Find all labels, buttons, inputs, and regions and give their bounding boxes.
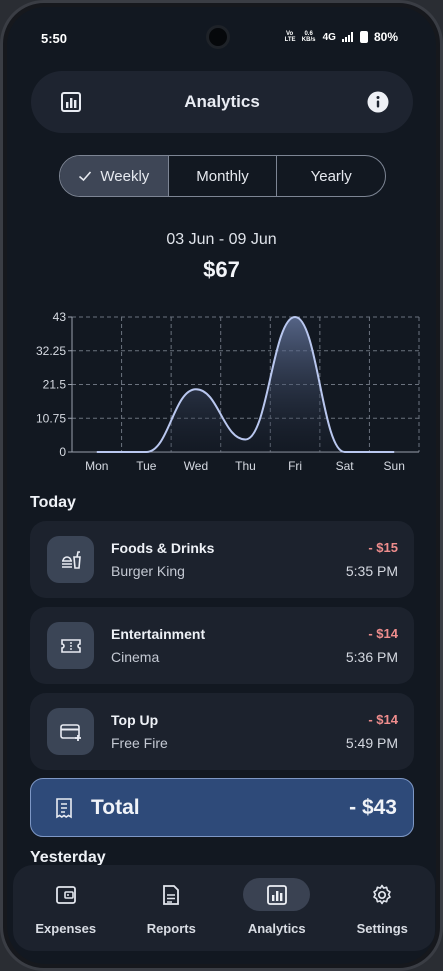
nav-settings[interactable]: Settings	[330, 865, 436, 951]
nav-analytics[interactable]: Analytics	[224, 865, 330, 951]
total-value: - $43	[349, 796, 397, 819]
y-tick-label: 21.5	[43, 378, 67, 392]
transaction-category: Entertainment	[111, 626, 206, 642]
document-icon	[163, 884, 180, 905]
x-tick-label: Sun	[384, 459, 405, 473]
transaction-amount: - $14	[368, 712, 398, 727]
volte-indicator: Vo LTE	[284, 31, 296, 43]
tab-weekly[interactable]: Weekly	[60, 156, 169, 196]
transaction-time: 5:49 PM	[345, 735, 398, 751]
transaction-category: Foods & Drinks	[111, 540, 215, 556]
tab-monthly-label: Monthly	[196, 167, 249, 185]
transaction-card[interactable]: Entertainment Cinema - $14 5:36 PM	[30, 607, 414, 684]
tab-weekly-label: Weekly	[100, 167, 150, 185]
bottom-nav: Expenses Reports Analytics Settings	[13, 865, 435, 951]
bar-chart-icon	[266, 884, 287, 905]
front-camera	[206, 25, 230, 49]
period-total: $67	[203, 257, 240, 282]
wallet-icon	[55, 885, 76, 904]
tab-yearly[interactable]: Yearly	[277, 156, 385, 196]
spending-chart: 0 10.75 21.5 32.25 43 Mon Tue Wed Thu Fri Sat Sun	[36, 310, 420, 473]
x-tick-label: Mon	[85, 459, 108, 473]
signal-icon	[341, 32, 353, 42]
section-today: Today	[30, 494, 76, 511]
nav-reports[interactable]: Reports	[119, 865, 225, 951]
total-summary[interactable]: Total - $43	[30, 778, 414, 837]
transaction-time: 5:36 PM	[345, 649, 398, 665]
nav-label: Expenses	[35, 921, 97, 936]
transaction-amount: - $15	[368, 540, 398, 555]
info-icon[interactable]	[367, 91, 389, 113]
credit-card-add-icon	[47, 708, 94, 755]
app-screen: 5:50 Vo LTE 0.6 KB/s 4G 80% Analytics We…	[7, 7, 436, 964]
x-tick-label: Fri	[288, 459, 302, 473]
nav-label: Settings	[356, 921, 408, 936]
transaction-card[interactable]: Top Up Free Fire - $14 5:49 PM	[30, 693, 414, 770]
status-time: 5:50	[41, 31, 68, 46]
network-type: 4G	[322, 31, 336, 43]
app-header: Analytics	[31, 71, 413, 133]
receipt-icon	[56, 798, 72, 819]
total-label: Total	[91, 796, 140, 819]
tab-monthly[interactable]: Monthly	[169, 156, 278, 196]
battery-level: 80%	[373, 30, 398, 44]
transaction-category: Top Up	[111, 712, 159, 728]
x-tick-label: Thu	[235, 459, 256, 473]
bar-chart-icon[interactable]	[61, 92, 81, 112]
x-tick-label: Sat	[336, 459, 355, 473]
series-area	[96, 317, 395, 452]
y-tick-label: 10.75	[36, 411, 66, 425]
series-line	[96, 315, 395, 453]
phone-frame: 5:50 Vo LTE 0.6 KB/s 4G 80% Analytics We…	[0, 0, 443, 971]
date-range: 03 Jun - 09 Jun	[166, 231, 277, 248]
transaction-merchant: Burger King	[111, 563, 185, 579]
page-title: Analytics	[184, 92, 260, 111]
transaction-merchant: Free Fire	[111, 735, 168, 751]
food-drink-icon	[47, 536, 94, 583]
transaction-amount: - $14	[368, 626, 398, 641]
y-tick-label: 32.25	[36, 344, 66, 358]
battery-icon	[359, 31, 368, 43]
nav-label: Analytics	[247, 921, 306, 936]
y-tick-label: 43	[53, 310, 67, 324]
y-tick-label: 0	[59, 445, 66, 459]
nav-label: Reports	[146, 921, 196, 936]
ticket-icon	[47, 622, 94, 669]
transaction-time: 5:35 PM	[345, 563, 398, 579]
status-icons: Vo LTE 0.6 KB/s 4G 80%	[285, 30, 398, 44]
transaction-card[interactable]: Foods & Drinks Burger King - $15 5:35 PM	[30, 521, 414, 598]
period-tabs: Weekly Monthly Yearly	[59, 155, 386, 197]
transaction-merchant: Cinema	[111, 649, 160, 665]
x-tick-label: Tue	[136, 459, 157, 473]
network-speed: 0.6 KB/s	[301, 31, 316, 43]
x-tick-label: Wed	[184, 459, 208, 473]
check-icon	[79, 171, 92, 182]
nav-expenses[interactable]: Expenses	[13, 865, 119, 951]
tab-yearly-label: Yearly	[310, 167, 352, 185]
gear-icon	[373, 884, 392, 904]
